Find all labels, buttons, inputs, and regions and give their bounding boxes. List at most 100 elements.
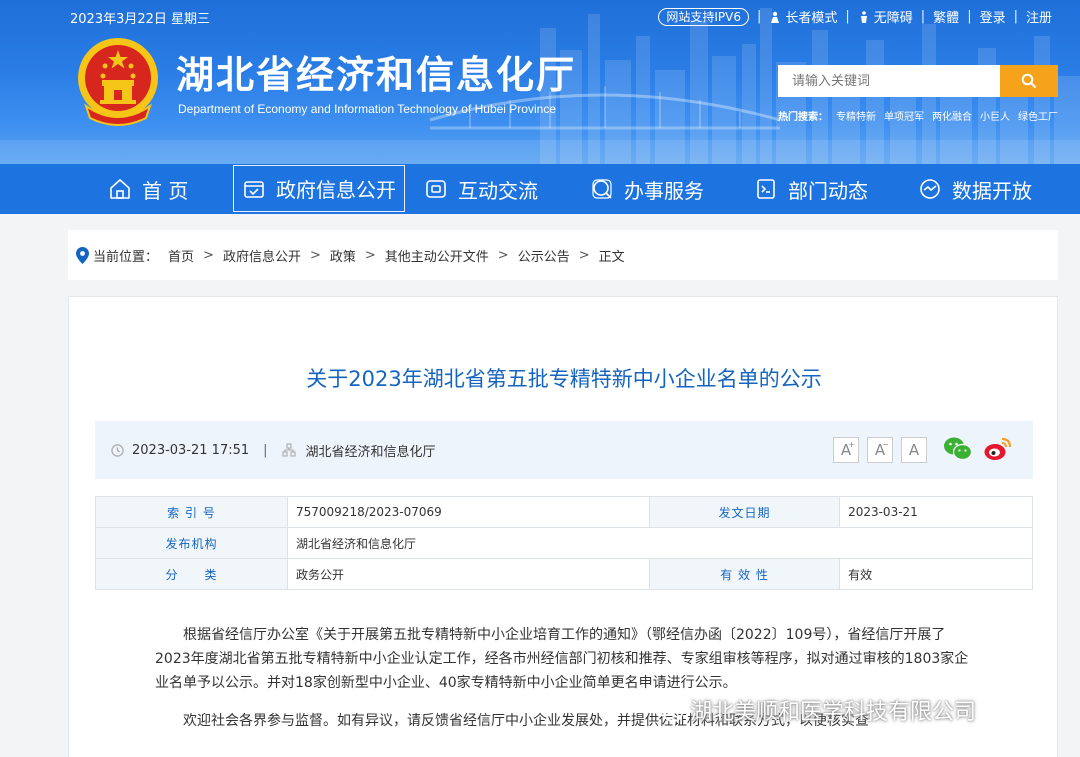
hot-search-item[interactable]: 两化融合 — [932, 108, 972, 123]
validity-value: 有效 — [839, 558, 1033, 590]
article-title: 关于2023年湖北省第五批专精特新中小企业名单的公示 — [306, 367, 822, 391]
nav-item-dept-news[interactable]: 部门动态 — [754, 164, 868, 214]
divider: | — [845, 9, 850, 24]
hot-search-item[interactable]: 单项冠军 — [884, 108, 924, 123]
nav-item-services[interactable]: 办事服务 — [590, 164, 704, 214]
search-bar — [778, 65, 1058, 97]
wechat-watermark: 湖北美顺和医学科技有限公司 — [652, 694, 976, 726]
breadcrumb-current: 正文 — [598, 249, 625, 265]
national-emblem-logo — [78, 38, 158, 126]
minus-icon: − — [882, 440, 889, 449]
breadcrumb-separator: > — [309, 247, 321, 263]
clock-icon — [111, 443, 124, 457]
data-chart-icon — [920, 179, 940, 199]
category-label: 分 类 — [95, 558, 288, 590]
divider: | — [263, 442, 268, 458]
nav-item-label: 政府信息公开 — [276, 178, 396, 202]
breadcrumb-notices[interactable]: 公示公告 — [518, 246, 570, 265]
top-utility-links: 网站支持IPV6 | 长者模式 | 无障碍 | 繁體 | 登录 | 注册 — [658, 7, 1052, 26]
news-icon — [757, 179, 775, 199]
nav-item-gov-info[interactable]: 政府信息公开 — [233, 165, 405, 212]
elder-mode-link[interactable]: 长者模式 — [769, 7, 837, 26]
nav-item-label: 互动交流 — [458, 178, 538, 203]
ipv6-badge: 网站支持IPV6 — [658, 7, 749, 26]
breadcrumb-other-files[interactable]: 其他主动公开文件 — [385, 246, 489, 265]
traditional-chinese-link[interactable]: 繁體 — [933, 7, 959, 26]
article-meta-bar: 2023-03-21 17:51 | 湖北省经济和信息化厅 A + A − A — [95, 421, 1033, 479]
index-number-label: 索 引 号 — [95, 496, 288, 528]
table-row: 发布机构 湖北省经济和信息化厅 — [95, 527, 1033, 559]
accessibility-icon — [860, 10, 867, 23]
site-header: 2023年3月22日 星期三 湖北省经济和信息化厅 Department of … — [0, 0, 1080, 164]
nav-item-label: 办事服务 — [624, 178, 704, 203]
hot-search-item[interactable]: 专精特新 — [836, 108, 876, 123]
breadcrumb-separator: > — [497, 247, 509, 263]
hot-search-item[interactable]: 绿色工厂 — [1018, 108, 1058, 123]
search-input[interactable] — [778, 65, 1000, 97]
issuing-org-value: 湖北省经济和信息化厅 — [287, 527, 1033, 559]
organization-icon — [281, 443, 296, 457]
issue-date-value: 2023-03-21 — [839, 496, 1033, 528]
elder-mode-label: 长者模式 — [785, 11, 838, 26]
main-nav: 首 页 政府信息公开 互动交流 办事服务 部门动态 数据开放 — [0, 164, 1080, 214]
breadcrumb-home[interactable]: 首页 — [168, 246, 194, 265]
breadcrumb-policy[interactable]: 政策 — [330, 246, 356, 265]
table-row: 分 类 政务公开 有 效 性 有效 — [95, 558, 1033, 590]
font-size-controls: A + A − A — [833, 437, 927, 463]
article-paragraph: 根据省经信厅办公室《关于开展第五批专精特新中小企业培育工作的通知》（鄂经信办函〔… — [155, 627, 969, 691]
font-button-label: A — [908, 441, 920, 459]
font-increase-button[interactable]: A + — [833, 437, 859, 463]
hot-search: 热门搜索： 专精特新 单项冠军 两化融合 小巨人 绿色工厂 — [778, 108, 1058, 123]
nav-item-label: 数据开放 — [952, 178, 1032, 203]
publisher: 湖北省经济和信息化厅 — [281, 441, 436, 460]
document-check-icon — [244, 180, 264, 198]
plus-icon: + — [848, 440, 855, 449]
article-container: 关于2023年湖北省第五批专精特新中小企业名单的公示 2023-03-21 17… — [68, 296, 1058, 757]
divider: | — [920, 9, 926, 24]
register-link[interactable]: 注册 — [1026, 7, 1052, 26]
table-row: 索 引 号 757009218/2023-07069 发文日期 2023-03-… — [95, 496, 1033, 528]
weibo-share-icon[interactable] — [983, 435, 1013, 463]
hot-search-label: 热门搜索： — [778, 112, 828, 123]
person-icon — [771, 11, 780, 23]
document-info-table: 索 引 号 757009218/2023-07069 发文日期 2023-03-… — [95, 496, 1033, 590]
site-title: 湖北省经济和信息化厅 — [176, 53, 577, 97]
publish-datetime: 2023-03-21 17:51 — [132, 442, 250, 458]
nav-item-home[interactable]: 首 页 — [108, 164, 188, 214]
watermark-text: 湖北美顺和医学科技有限公司 — [690, 700, 977, 725]
breadcrumb-label: 当前位置： — [93, 249, 159, 265]
issue-date-label: 发文日期 — [649, 496, 841, 528]
breadcrumb-separator: > — [578, 247, 590, 263]
site-subtitle: Department of Economy and Information Te… — [178, 102, 556, 116]
current-date: 2023年3月22日 星期三 — [70, 12, 211, 27]
divider: | — [756, 9, 762, 24]
publish-time: 2023-03-21 17:51 — [111, 443, 249, 458]
wechat-logo-icon — [652, 697, 683, 722]
article-body: 根据省经信厅办公室《关于开展第五批专精特新中小企业培育工作的通知》（鄂经信办函〔… — [155, 623, 973, 747]
magnifier-icon — [592, 179, 612, 199]
breadcrumb-separator: > — [203, 247, 214, 263]
location-pin-icon — [76, 246, 89, 264]
login-link[interactable]: 登录 — [980, 7, 1006, 26]
nav-item-label: 首 页 — [142, 178, 189, 203]
accessibility-link[interactable]: 无障碍 — [858, 7, 913, 26]
validity-label: 有 效 性 — [649, 558, 841, 590]
hot-search-item[interactable]: 小巨人 — [980, 108, 1010, 123]
breadcrumb-separator: > — [364, 247, 376, 263]
nav-item-label: 部门动态 — [788, 178, 868, 203]
nav-item-open-data[interactable]: 数据开放 — [918, 164, 1032, 214]
home-icon — [110, 178, 130, 199]
accessibility-label: 无障碍 — [873, 11, 913, 26]
font-decrease-button[interactable]: A − — [867, 437, 893, 463]
issuing-org-label: 发布机构 — [95, 527, 288, 559]
chat-icon — [426, 180, 446, 198]
publisher-name: 湖北省经济和信息化厅 — [305, 444, 436, 460]
divider: | — [967, 9, 972, 24]
search-button[interactable] — [1000, 65, 1058, 97]
nav-item-interaction[interactable]: 互动交流 — [424, 164, 538, 214]
font-reset-button[interactable]: A — [901, 437, 927, 463]
breadcrumb-gov-info[interactable]: 政府信息公开 — [223, 246, 301, 265]
index-number-value: 757009218/2023-07069 — [286, 496, 651, 528]
wechat-share-icon[interactable] — [943, 435, 973, 463]
breadcrumb: 当前位置： 首页 > 政府信息公开 > 政策 > 其他主动公开文件 > 公示公告… — [68, 230, 1058, 280]
